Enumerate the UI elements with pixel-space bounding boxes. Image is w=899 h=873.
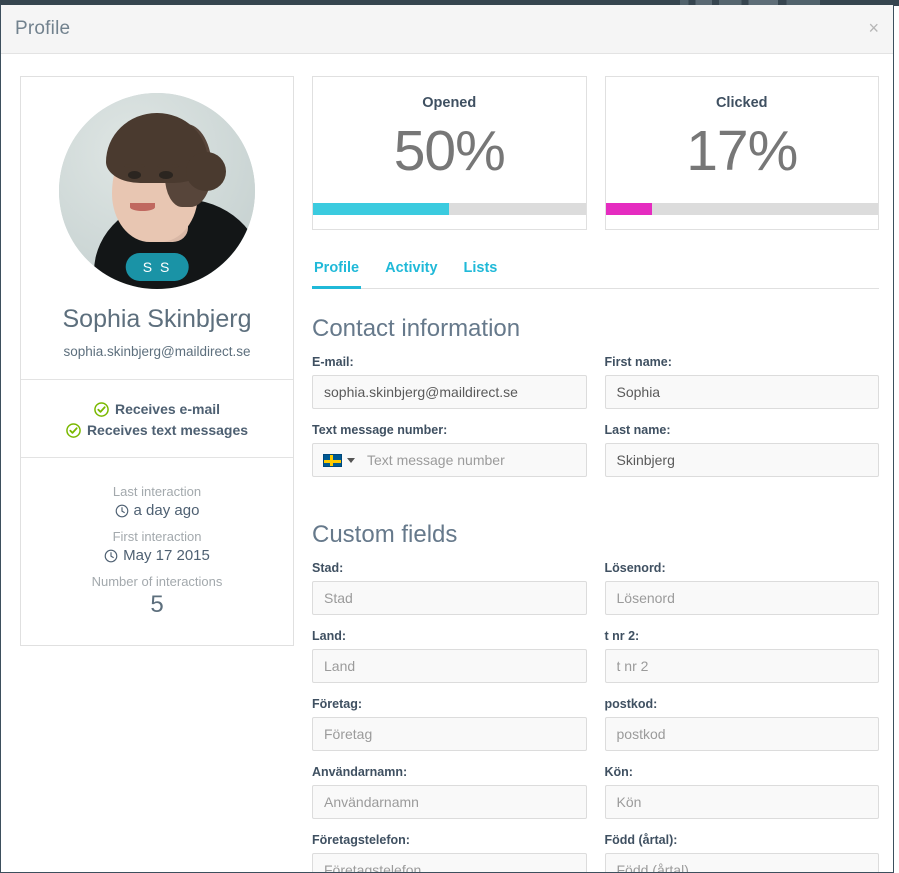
subscription-status-group: Receives e-mail Receives text messages: [21, 380, 293, 457]
first-interaction-label: First interaction: [112, 529, 202, 544]
close-icon[interactable]: ×: [868, 19, 879, 37]
field-label-stad: Stad:: [312, 561, 344, 575]
text-message-number-field[interactable]: [363, 444, 586, 476]
progress-fill-clicked: [605, 203, 652, 215]
field-label-t-nr-2: t nr 2:: [604, 629, 640, 643]
field-foretag: Företag:: [312, 697, 587, 751]
avatar: S S: [59, 93, 255, 289]
stats-row: Opened 50% Clicked 17%: [312, 76, 879, 230]
clock-icon: [115, 504, 129, 518]
field-label-last-name: Last name:: [604, 423, 671, 437]
receives-email-row: Receives e-mail: [21, 401, 293, 417]
profile-name: Sophia Skinbjerg: [62, 305, 252, 333]
progress-bar-clicked: [605, 203, 878, 215]
foretagstelefon-field[interactable]: [312, 853, 587, 872]
field-label-fodd-artal: Född (årtal):: [604, 833, 678, 847]
check-circle-icon: [66, 422, 81, 438]
last-interaction-value-row: a day ago: [21, 502, 293, 519]
interaction-count-value: 5: [150, 591, 164, 618]
field-t-nr-2: t nr 2:: [604, 629, 879, 683]
field-losenord: Lösenord:: [604, 561, 879, 615]
losenord-field[interactable]: [604, 581, 879, 615]
contact-information-form: E-mail: First name: Text message number:: [312, 355, 879, 491]
field-land: Land:: [312, 629, 587, 683]
first-interaction-value: May 17 2015: [123, 547, 210, 564]
field-label-land: Land:: [312, 629, 347, 643]
receives-sms-row: Receives text messages: [21, 422, 293, 438]
field-label-losenord: Lösenord:: [604, 561, 666, 575]
stat-card-clicked: Clicked 17%: [604, 76, 879, 230]
field-label-email: E-mail:: [312, 355, 354, 369]
profile-summary-card: S S Sophia Skinbjerg sophia.skinbjerg@ma…: [20, 76, 294, 646]
custom-fields-form: Stad: Lösenord: Land: t nr 2: Företag:: [312, 561, 879, 872]
land-field[interactable]: [312, 649, 587, 683]
last-interaction-label: Last interaction: [112, 484, 202, 499]
field-label-kon: Kön:: [604, 765, 633, 779]
kon-field[interactable]: [604, 785, 879, 819]
t-nr-2-field[interactable]: [604, 649, 879, 683]
avatar-initials-badge: S S: [125, 253, 189, 281]
sweden-flag-icon: [323, 453, 342, 467]
modal-body: S S Sophia Skinbjerg sophia.skinbjerg@ma…: [1, 54, 893, 872]
profile-modal: Profile × S S Sophia Skinbjerg sophia.sk…: [0, 5, 894, 873]
foretag-field[interactable]: [312, 717, 587, 751]
field-text-message-number: Text message number:: [312, 423, 587, 477]
clock-icon: [104, 549, 118, 563]
stat-title-clicked: Clicked: [715, 95, 768, 111]
fodd-artal-field[interactable]: [604, 853, 879, 872]
field-label-first-name: First name:: [604, 355, 672, 369]
field-last-name: Last name:: [604, 423, 879, 477]
field-fodd-artal: Född (årtal):: [604, 833, 879, 872]
progress-bar-opened: [313, 203, 586, 215]
field-kon: Kön:: [604, 765, 879, 819]
progress-fill-opened: [313, 203, 450, 215]
field-label-foretag: Företag:: [312, 697, 362, 711]
email-field[interactable]: [312, 375, 587, 409]
field-label-postkod: postkod:: [604, 697, 658, 711]
chevron-down-icon: [347, 457, 355, 463]
page-title: Profile: [15, 18, 71, 39]
contact-information-heading: Contact information: [312, 315, 521, 342]
stad-field[interactable]: [312, 581, 587, 615]
interaction-count-label: Number of interactions: [91, 574, 223, 589]
check-circle-icon: [94, 401, 109, 417]
stat-value-clicked: 17%: [686, 119, 798, 183]
postkod-field[interactable]: [604, 717, 879, 751]
tab-profile[interactable]: Profile: [312, 260, 362, 289]
field-stad: Stad:: [312, 561, 587, 615]
right-column: Opened 50% Clicked 17% Profile Activity: [312, 76, 879, 872]
receives-sms-label: Receives text messages: [86, 422, 249, 438]
field-postkod: postkod:: [604, 697, 879, 751]
first-name-field[interactable]: [604, 375, 879, 409]
country-code-selector[interactable]: [313, 444, 363, 476]
custom-fields-heading: Custom fields: [312, 521, 458, 548]
anvandarnamn-field[interactable]: [312, 785, 587, 819]
field-foretagstelefon: Företagstelefon:: [312, 833, 587, 872]
field-label-anvandarnamn: Användarnamn:: [312, 765, 408, 779]
tab-bar: Profile Activity Lists: [312, 260, 879, 289]
first-interaction-value-row: May 17 2015: [21, 547, 293, 564]
tab-lists[interactable]: Lists: [462, 260, 500, 289]
field-first-name: First name:: [604, 355, 879, 409]
stat-value-opened: 50%: [393, 119, 506, 183]
receives-email-label: Receives e-mail: [114, 401, 221, 417]
field-anvandarnamn: Användarnamn:: [312, 765, 587, 819]
tab-activity[interactable]: Activity: [383, 260, 439, 289]
last-name-field[interactable]: [604, 443, 879, 477]
profile-email: sophia.skinbjerg@maildirect.se: [63, 344, 251, 359]
stat-title-opened: Opened: [422, 95, 477, 111]
last-interaction-value: a day ago: [133, 502, 200, 519]
stat-card-opened: Opened 50%: [312, 76, 587, 230]
field-label-foretagstelefon: Företagstelefon:: [312, 833, 410, 847]
interaction-stats-group: Last interaction a day ago First interac…: [21, 458, 293, 645]
field-label-text-message-number: Text message number:: [312, 423, 448, 437]
phone-input-group: [312, 443, 587, 477]
modal-header: Profile ×: [1, 5, 893, 54]
field-email: E-mail:: [312, 355, 587, 409]
